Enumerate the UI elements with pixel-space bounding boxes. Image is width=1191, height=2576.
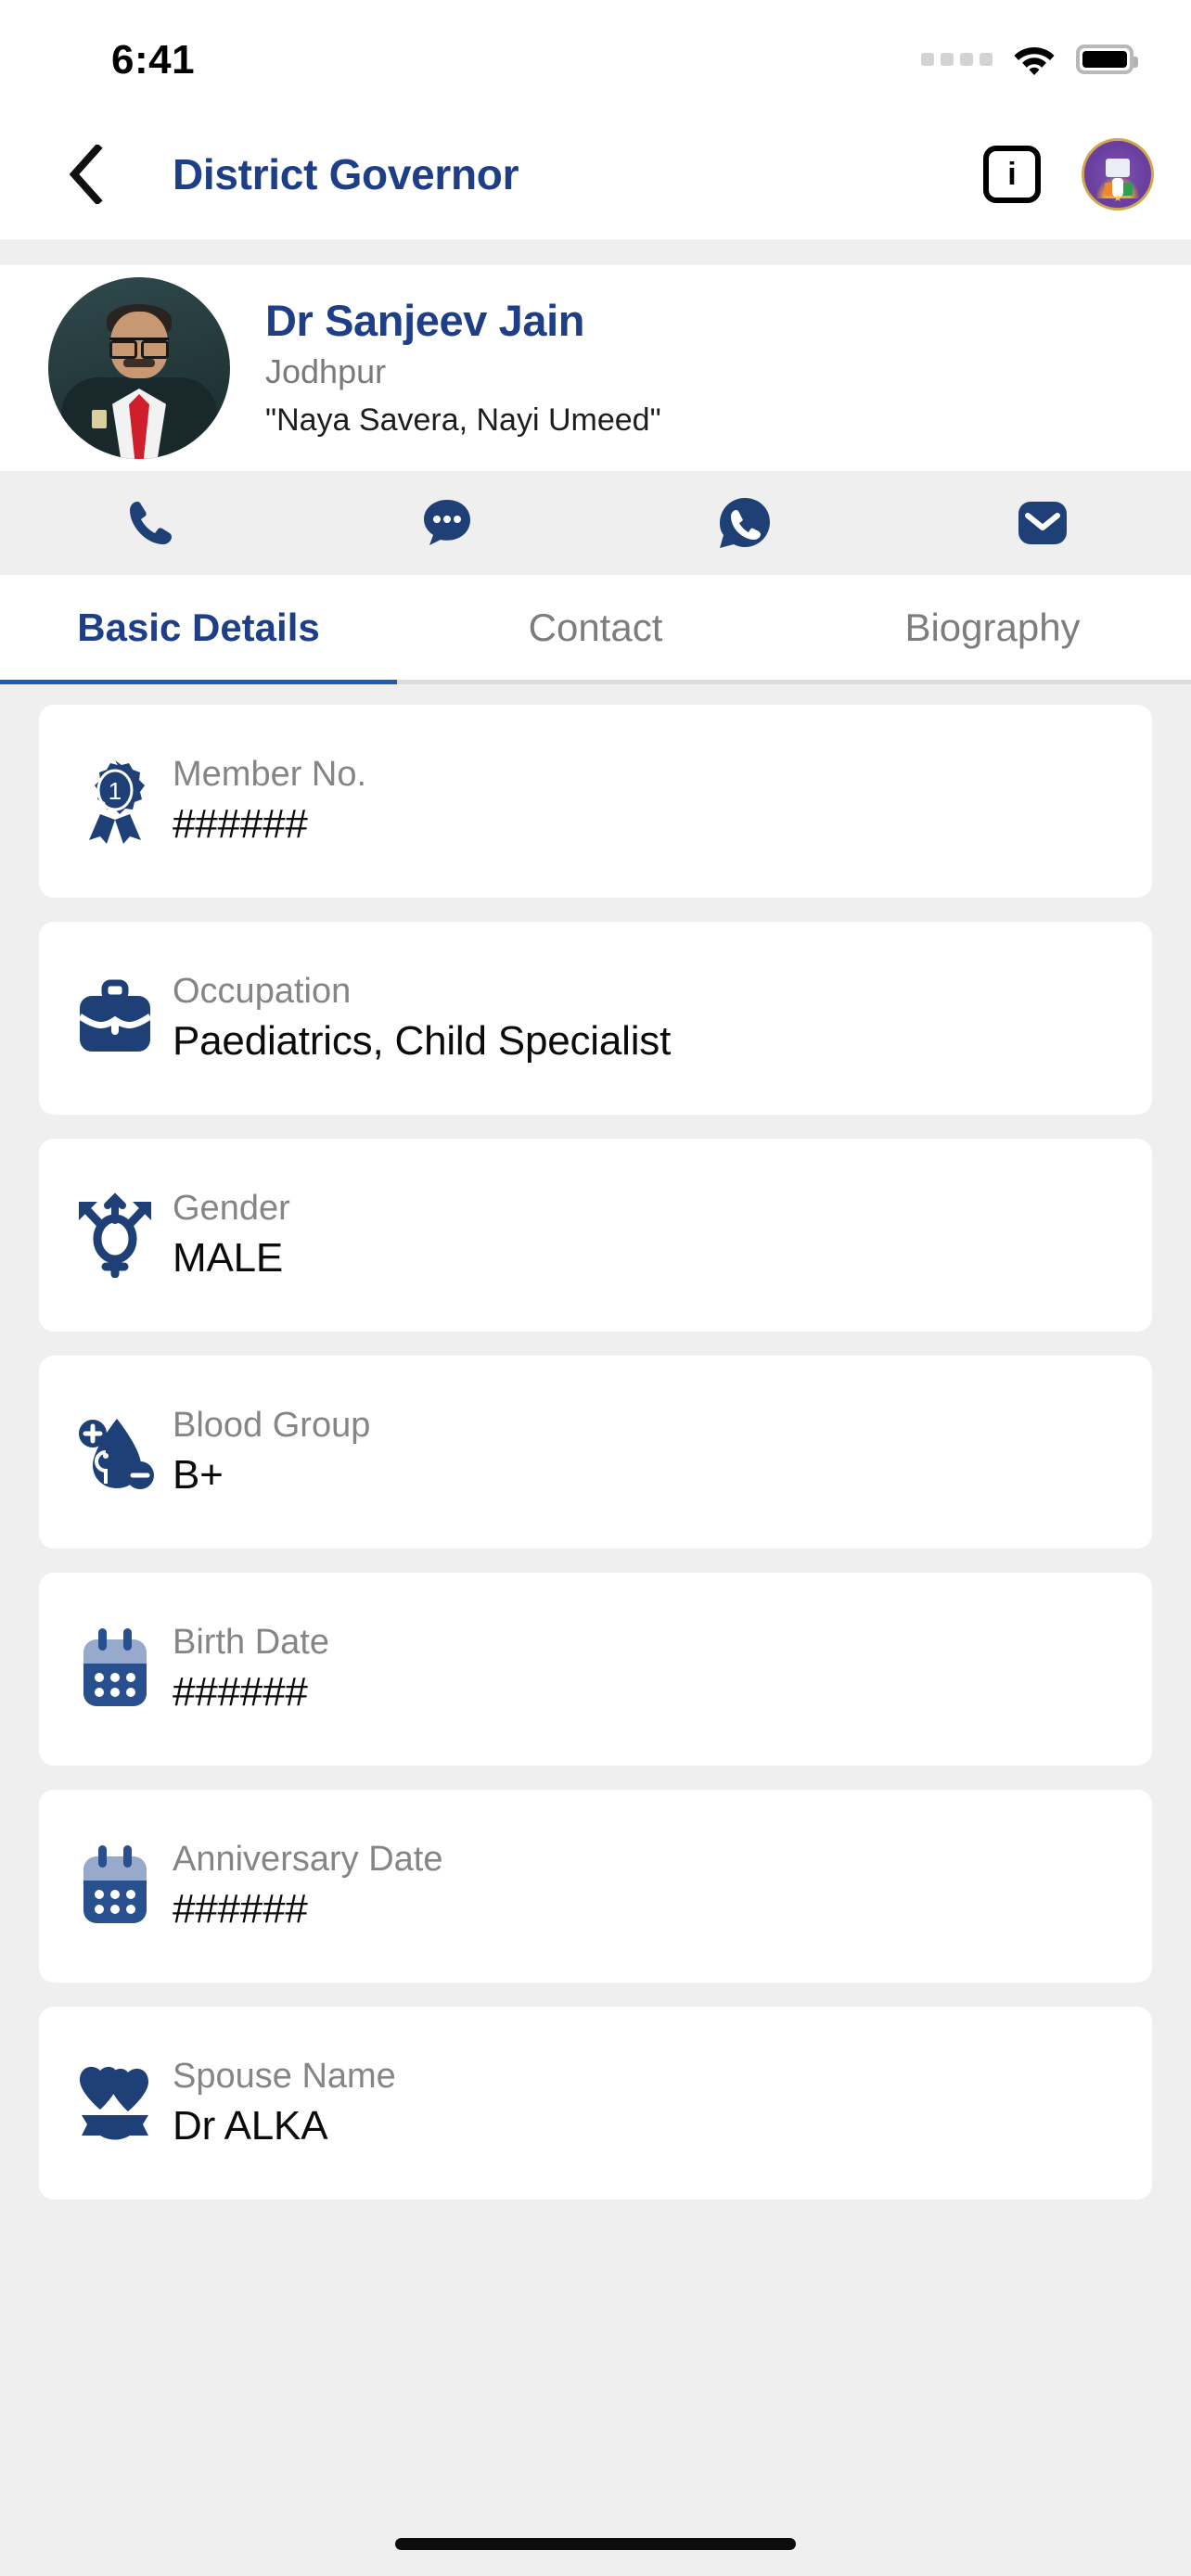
avatar — [48, 277, 230, 459]
profile-text: Dr Sanjeev Jain Jodhpur "Naya Savera, Na… — [265, 296, 661, 441]
lions-club-logo-icon[interactable]: ★ — [1082, 138, 1154, 210]
profile-name: Dr Sanjeev Jain — [265, 295, 585, 345]
section-divider — [0, 239, 1191, 265]
detail-value: Paediatrics, Child Specialist — [173, 1017, 672, 1064]
info-letter: i — [1007, 156, 1017, 192]
detail-value: ###### — [173, 800, 308, 847]
svg-text:1: 1 — [109, 777, 122, 805]
tab-label: Biography — [904, 605, 1081, 649]
detail-row-anniversary-date[interactable]: Anniversary Date ###### — [39, 1790, 1152, 1983]
call-button[interactable] — [0, 494, 298, 552]
detail-value: ###### — [173, 1668, 308, 1715]
email-button[interactable] — [893, 494, 1191, 552]
detail-row-spouse-name[interactable]: Spouse Name Dr ALKA — [39, 2007, 1152, 2200]
tab-label: Basic Details — [77, 605, 320, 649]
detail-row-member-no[interactable]: 1 Member No. ###### — [39, 705, 1152, 898]
home-indicator-area — [0, 2511, 1191, 2576]
detail-label: Blood Group — [173, 1405, 371, 1445]
profile-header: Dr Sanjeev Jain Jodhpur "Naya Savera, Na… — [0, 265, 1191, 471]
whatsapp-icon — [719, 498, 770, 548]
profile-tagline: "Naya Savera, Nayi Umeed" — [265, 402, 661, 439]
detail-row-blood-group[interactable]: Blood Group B+ — [39, 1356, 1152, 1549]
detail-label: Gender — [173, 1188, 290, 1228]
app-screen: 6:41 District Governor i ★ Dr Sanjeev Ja… — [0, 0, 1191, 2576]
hearts-ribbon-icon — [70, 2063, 160, 2143]
phone-icon — [129, 502, 172, 544]
award-ribbon-icon: 1 — [70, 759, 160, 844]
briefcase-icon — [70, 979, 160, 1057]
page-title: District Governor — [173, 150, 519, 198]
profile-city: Jodhpur — [265, 352, 387, 391]
gender-icon — [70, 1192, 160, 1278]
status-bar: 6:41 — [0, 0, 1191, 109]
status-time: 6:41 — [111, 37, 196, 83]
detail-row-occupation[interactable]: Occupation Paediatrics, Child Specialist — [39, 922, 1152, 1115]
detail-row-birth-date[interactable]: Birth Date ###### — [39, 1573, 1152, 1766]
signal-dots-icon — [921, 53, 992, 66]
message-button[interactable] — [298, 494, 596, 552]
detail-value: Dr ALKA — [173, 2102, 328, 2149]
navigation-bar: District Governor i ★ — [0, 109, 1191, 239]
calendar-icon — [70, 1626, 160, 1712]
info-icon[interactable]: i — [983, 146, 1041, 203]
tab-label: Contact — [528, 605, 663, 649]
detail-label: Anniversary Date — [173, 1839, 443, 1879]
detail-value: ###### — [173, 1885, 308, 1932]
back-button[interactable] — [56, 145, 115, 204]
detail-value: B+ — [173, 1451, 224, 1498]
tab-bar: Basic Details Contact Biography — [0, 575, 1191, 684]
wifi-icon — [1013, 44, 1056, 75]
tab-basic-details[interactable]: Basic Details — [0, 575, 397, 684]
detail-label: Spouse Name — [173, 2056, 396, 2096]
nav-actions: i ★ — [983, 138, 1154, 210]
battery-full-icon — [1076, 45, 1138, 74]
chat-bubble-icon — [423, 500, 470, 545]
whatsapp-button[interactable] — [596, 494, 893, 552]
detail-label: Birth Date — [173, 1622, 329, 1662]
detail-value: MALE — [173, 1234, 284, 1281]
envelope-icon — [1018, 502, 1067, 544]
detail-row-gender[interactable]: Gender MALE — [39, 1139, 1152, 1332]
calendar-icon — [70, 1843, 160, 1929]
tab-biography[interactable]: Biography — [794, 575, 1191, 680]
status-indicators — [921, 44, 1138, 75]
details-list: 1 Member No. ###### Occupation Paediatri… — [0, 684, 1191, 2511]
detail-label: Occupation — [173, 971, 352, 1011]
contact-actions-bar — [0, 471, 1191, 575]
detail-label: Member No. — [173, 754, 367, 794]
tab-contact[interactable]: Contact — [397, 575, 794, 680]
home-indicator[interactable] — [395, 2537, 796, 2550]
blood-drop-icon — [70, 1411, 160, 1493]
